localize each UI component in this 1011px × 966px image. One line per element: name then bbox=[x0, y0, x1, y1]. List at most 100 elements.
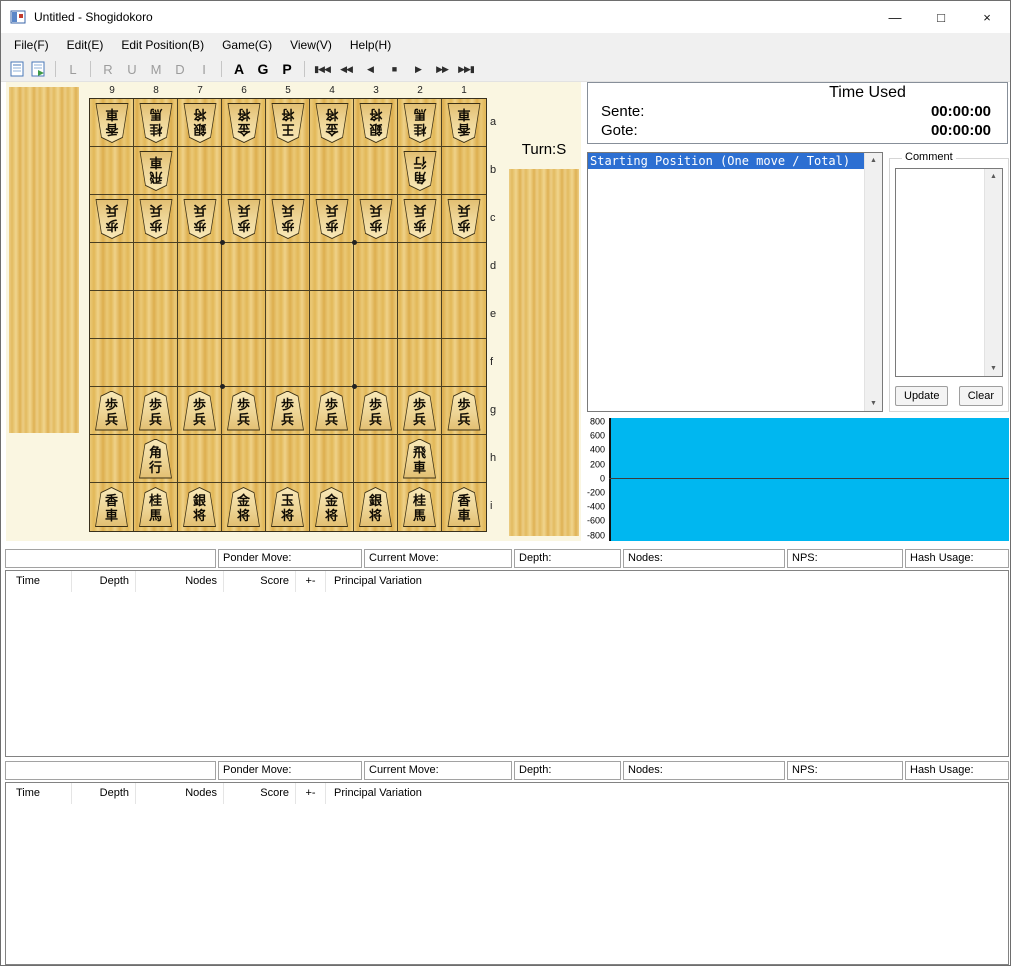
move-list-scrollbar[interactable]: ▲ ▼ bbox=[864, 153, 882, 411]
column-header-nodes[interactable]: Nodes bbox=[136, 571, 224, 592]
board-cell-6a[interactable]: 金将 bbox=[222, 99, 266, 147]
shogi-piece-sente[interactable]: 歩兵 bbox=[138, 390, 173, 431]
board-cell-9b[interactable] bbox=[90, 147, 134, 195]
board-cell-8b[interactable]: 飛車 bbox=[134, 147, 178, 195]
board-cell-8g[interactable]: 歩兵 bbox=[134, 387, 178, 435]
move-list-item[interactable]: Starting Position (One move / Total) bbox=[588, 153, 865, 169]
step-back-button[interactable]: ◀ bbox=[358, 64, 382, 75]
board-cell-8a[interactable]: 桂馬 bbox=[134, 99, 178, 147]
shogi-piece-sente[interactable]: 歩兵 bbox=[182, 390, 217, 431]
shogi-piece-gote[interactable]: 歩兵 bbox=[138, 199, 173, 239]
board-cell-3b[interactable] bbox=[354, 147, 398, 195]
board-cell-5d[interactable] bbox=[266, 243, 310, 291]
toolbar-button-a[interactable]: A bbox=[227, 61, 251, 77]
stop-button[interactable]: ■ bbox=[382, 64, 406, 75]
board-cell-1i[interactable]: 香車 bbox=[442, 483, 486, 531]
board-cell-9c[interactable]: 歩兵 bbox=[90, 195, 134, 243]
toolbar-button-g[interactable]: G bbox=[251, 61, 275, 77]
board-cell-2c[interactable]: 歩兵 bbox=[398, 195, 442, 243]
shogi-piece-gote[interactable]: 歩兵 bbox=[182, 199, 217, 239]
board-cell-3h[interactable] bbox=[354, 435, 398, 483]
toolbar-button-p[interactable]: P bbox=[275, 61, 299, 77]
board-cell-7h[interactable] bbox=[178, 435, 222, 483]
board-cell-4f[interactable] bbox=[310, 339, 354, 387]
shogi-piece-sente[interactable]: 銀将 bbox=[182, 487, 217, 527]
column-header-nodes[interactable]: Nodes bbox=[136, 783, 224, 804]
board-cell-3e[interactable] bbox=[354, 291, 398, 339]
step-forward-button[interactable]: ▶ bbox=[406, 64, 430, 75]
scroll-up-icon[interactable]: ▲ bbox=[985, 173, 1002, 180]
board-cell-4g[interactable]: 歩兵 bbox=[310, 387, 354, 435]
board-cell-4a[interactable]: 金将 bbox=[310, 99, 354, 147]
board-cell-3a[interactable]: 銀将 bbox=[354, 99, 398, 147]
board-cell-1g[interactable]: 歩兵 bbox=[442, 387, 486, 435]
skip-to-end-button[interactable]: ▶▶▮ bbox=[454, 64, 478, 75]
board-cell-9g[interactable]: 歩兵 bbox=[90, 387, 134, 435]
board-cell-1c[interactable]: 歩兵 bbox=[442, 195, 486, 243]
shogi-piece-gote[interactable]: 銀将 bbox=[182, 103, 217, 143]
board-cell-4b[interactable] bbox=[310, 147, 354, 195]
board-cell-4c[interactable]: 歩兵 bbox=[310, 195, 354, 243]
shogi-piece-gote[interactable]: 金将 bbox=[226, 103, 261, 143]
shogi-piece-gote[interactable]: 桂馬 bbox=[402, 103, 437, 143]
shogi-piece-sente[interactable]: 香車 bbox=[94, 487, 129, 527]
shogi-piece-gote[interactable]: 香車 bbox=[447, 103, 482, 143]
toolbar-button-d[interactable]: D bbox=[168, 62, 192, 77]
shogi-piece-sente[interactable]: 歩兵 bbox=[358, 390, 393, 431]
board-cell-7i[interactable]: 銀将 bbox=[178, 483, 222, 531]
board-cell-9e[interactable] bbox=[90, 291, 134, 339]
column-header-principal-variation[interactable]: Principal Variation bbox=[326, 571, 1008, 592]
scroll-down-icon[interactable]: ▼ bbox=[865, 400, 882, 407]
toolbar-button-l[interactable]: L bbox=[61, 62, 85, 77]
board-cell-4e[interactable] bbox=[310, 291, 354, 339]
board-cell-3g[interactable]: 歩兵 bbox=[354, 387, 398, 435]
board-cell-3f[interactable] bbox=[354, 339, 398, 387]
board-cell-6e[interactable] bbox=[222, 291, 266, 339]
shogi-piece-gote[interactable]: 飛車 bbox=[138, 151, 173, 191]
shogi-piece-sente[interactable]: 桂馬 bbox=[402, 487, 437, 527]
shogi-piece-sente[interactable]: 玉将 bbox=[270, 487, 305, 527]
menu-item-file-f[interactable]: File(F) bbox=[5, 33, 58, 57]
fast-forward-button[interactable]: ▶▶ bbox=[430, 64, 454, 75]
board-cell-2a[interactable]: 桂馬 bbox=[398, 99, 442, 147]
shogi-piece-sente[interactable]: 金将 bbox=[314, 487, 349, 527]
board-cell-9a[interactable]: 香車 bbox=[90, 99, 134, 147]
maximize-button[interactable]: □ bbox=[918, 1, 964, 33]
shogi-piece-gote[interactable]: 香車 bbox=[94, 103, 129, 143]
board-cell-2i[interactable]: 桂馬 bbox=[398, 483, 442, 531]
column-header-depth[interactable]: Depth bbox=[72, 783, 136, 804]
board-cell-2g[interactable]: 歩兵 bbox=[398, 387, 442, 435]
shogi-piece-gote[interactable]: 歩兵 bbox=[94, 199, 129, 239]
column-header-sign[interactable]: +- bbox=[296, 783, 326, 804]
board-cell-5h[interactable] bbox=[266, 435, 310, 483]
open-file-icon[interactable] bbox=[28, 59, 50, 80]
board-cell-1e[interactable] bbox=[442, 291, 486, 339]
shogi-piece-gote[interactable]: 歩兵 bbox=[447, 199, 482, 239]
toolbar-button-r[interactable]: R bbox=[96, 62, 120, 77]
fast-rewind-button[interactable]: ◀◀ bbox=[334, 64, 358, 75]
column-header-score[interactable]: Score bbox=[224, 571, 296, 592]
menu-item-edit-position-b[interactable]: Edit Position(B) bbox=[112, 33, 213, 57]
board-cell-5a[interactable]: 王将 bbox=[266, 99, 310, 147]
board-cell-7e[interactable] bbox=[178, 291, 222, 339]
board-cell-4h[interactable] bbox=[310, 435, 354, 483]
board-cell-6g[interactable]: 歩兵 bbox=[222, 387, 266, 435]
board-cell-7c[interactable]: 歩兵 bbox=[178, 195, 222, 243]
menu-item-help-h[interactable]: Help(H) bbox=[341, 33, 400, 57]
comment-scrollbar[interactable]: ▲ ▼ bbox=[984, 169, 1002, 376]
menu-item-view-v[interactable]: View(V) bbox=[281, 33, 341, 57]
board-cell-3d[interactable] bbox=[354, 243, 398, 291]
board-cell-6d[interactable] bbox=[222, 243, 266, 291]
board-cell-1d[interactable] bbox=[442, 243, 486, 291]
board-cell-5g[interactable]: 歩兵 bbox=[266, 387, 310, 435]
board-cell-7a[interactable]: 銀将 bbox=[178, 99, 222, 147]
shogi-piece-sente[interactable]: 香車 bbox=[447, 487, 482, 527]
board-cell-6i[interactable]: 金将 bbox=[222, 483, 266, 531]
shogi-piece-sente[interactable]: 歩兵 bbox=[94, 390, 129, 431]
scroll-down-icon[interactable]: ▼ bbox=[985, 365, 1002, 372]
shogi-piece-sente[interactable]: 歩兵 bbox=[447, 390, 482, 431]
shogi-piece-sente[interactable]: 桂馬 bbox=[138, 487, 173, 527]
column-header-sign[interactable]: +- bbox=[296, 571, 326, 592]
shogi-piece-sente[interactable]: 飛車 bbox=[402, 438, 437, 479]
menu-item-game-g[interactable]: Game(G) bbox=[213, 33, 281, 57]
